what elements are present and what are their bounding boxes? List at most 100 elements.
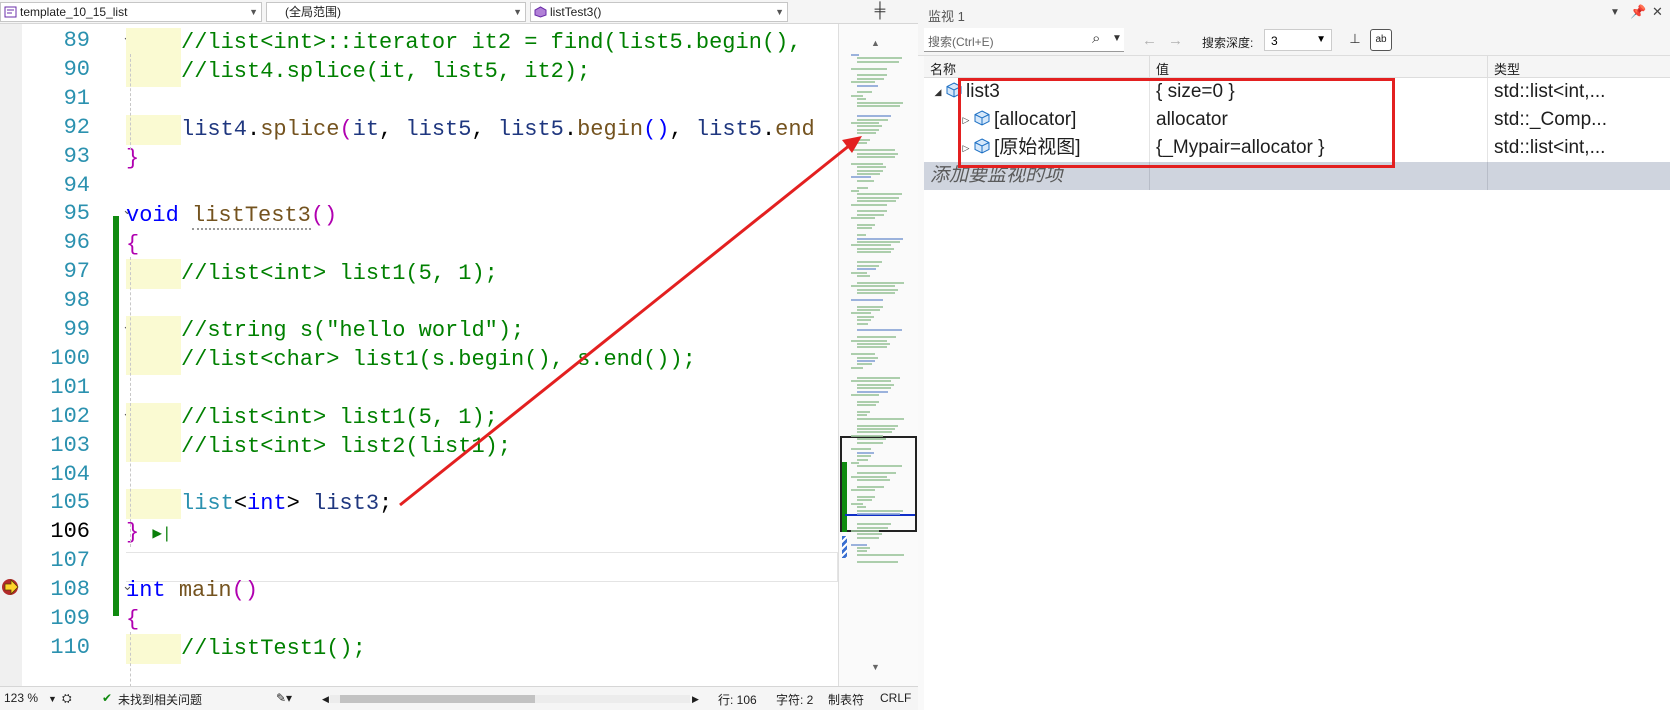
code-line-90: //list4.splice(it, list5, it2);: [126, 57, 590, 87]
pin-member-icon[interactable]: ⊥: [1346, 31, 1364, 49]
issues-status[interactable]: 未找到相关问题: [118, 691, 202, 708]
minimap-line: [857, 387, 891, 390]
indent-guide: [130, 54, 131, 150]
tabs-indicator[interactable]: 制表符: [828, 691, 864, 708]
minimap-line: [857, 132, 876, 135]
code-line-110: //listTest1();: [126, 634, 366, 664]
minimap-line: [857, 74, 887, 77]
minimap-line: [857, 98, 866, 101]
expand-toggle-icon[interactable]: ▷: [958, 106, 974, 134]
watch-cell-name: ▷ [allocator]: [924, 106, 1150, 134]
expand-toggle-icon[interactable]: ◢: [930, 78, 946, 106]
code-line-95: void listTest3(): [126, 203, 338, 230]
line-number: 93: [63, 143, 90, 169]
horizontal-scrollbar[interactable]: [330, 695, 690, 703]
cleanup-icon[interactable]: ✎▾: [276, 691, 292, 705]
line-indicator[interactable]: 行: 106: [718, 691, 757, 708]
minimap-line: [851, 203, 887, 206]
minimap-line: [857, 84, 878, 87]
watch-search-input[interactable]: 搜索(Ctrl+E) ⌕ ▼: [924, 28, 1124, 52]
add-watch-input[interactable]: 添加要监视的项: [924, 162, 1150, 190]
minimap-line: [857, 115, 891, 118]
minimap-line: [851, 366, 863, 369]
health-icon[interactable]: ⛭: [62, 691, 72, 706]
expand-toggle-icon[interactable]: ▷: [958, 134, 974, 162]
chevron-down-icon[interactable]: ▼: [48, 694, 57, 704]
file-dropdown[interactable]: template_10_15_list ▼: [0, 2, 262, 22]
scroll-right-icon[interactable]: ▶: [692, 694, 699, 705]
watch-row[interactable]: ◢ list3 { size=0 } std::list<int,...: [924, 78, 1670, 106]
minimap-line: [857, 322, 868, 325]
line-number: 108: [50, 577, 90, 603]
minimap-line: [851, 285, 895, 288]
column-header-type[interactable]: 类型: [1488, 56, 1670, 78]
minimap-line: [857, 506, 866, 509]
minimap-viewport[interactable]: [840, 436, 917, 532]
code-line-106: } ▶|: [126, 520, 172, 545]
member-dropdown[interactable]: listTest3() ▼: [530, 2, 788, 22]
minimap-line: [851, 81, 875, 84]
minimap-line: [851, 94, 863, 97]
scroll-thumb[interactable]: [340, 695, 535, 703]
split-window-button[interactable]: ╪: [842, 0, 918, 24]
chevron-down-icon[interactable]: ▼: [1112, 33, 1122, 44]
current-statement-arrow-icon: [2, 579, 19, 595]
char-indicator[interactable]: 字符: 2: [776, 691, 813, 708]
minimap-line: [851, 176, 871, 179]
watch-cell-value[interactable]: {_Mypair=allocator }: [1150, 134, 1488, 162]
hex-display-icon[interactable]: ab: [1370, 29, 1392, 51]
column-header-value[interactable]: 值: [1150, 56, 1488, 78]
arrow-left-icon[interactable]: ←: [1142, 32, 1157, 49]
minimap-line: [857, 553, 904, 556]
line-number: 102: [50, 403, 90, 429]
watch-title: 监视 1: [928, 9, 965, 24]
minimap-line: [857, 77, 884, 80]
watch-row[interactable]: ▷ [allocator] allocator std::_Comp...: [924, 106, 1670, 134]
watch-row[interactable]: ▷ [原始视图] {_Mypair=allocator } std::list<int…: [924, 134, 1670, 162]
column-header-name[interactable]: 名称: [924, 56, 1150, 78]
add-watch-type-cell: [1488, 162, 1670, 190]
code-text-area[interactable]: //list<int>::iterator it2 = find(list5.b…: [126, 24, 838, 686]
minimap-line: [857, 363, 872, 366]
minimap-line: [857, 424, 898, 427]
minimap-line: [857, 360, 875, 362]
search-icon[interactable]: ⌕: [1092, 30, 1100, 47]
minimap-line: [857, 128, 879, 131]
run-to-click-icon[interactable]: ▶|: [152, 525, 171, 543]
minimap-line: [857, 288, 898, 291]
chevron-down-icon[interactable]: ▼: [1610, 7, 1620, 18]
watch-cell-value[interactable]: { size=0 }: [1150, 78, 1488, 106]
minimap-line: [851, 162, 883, 165]
watch-cell-value[interactable]: allocator: [1150, 106, 1488, 134]
scroll-left-icon[interactable]: ◀: [322, 694, 329, 705]
scope-dropdown[interactable]: (全局范围) ▼: [266, 2, 526, 22]
line-number: 90: [63, 56, 90, 82]
minimap-line: [857, 400, 879, 403]
indicator-margin[interactable]: [0, 24, 22, 686]
code-line-96: {: [126, 232, 140, 257]
object-icon: [946, 79, 962, 98]
minimap-line: [857, 118, 888, 121]
split-icon: ╪: [874, 2, 886, 19]
minimap-line: [857, 455, 871, 458]
add-watch-row[interactable]: 添加要监视的项: [924, 162, 1670, 190]
watch-cell-name: ▷ [原始视图]: [924, 134, 1150, 162]
minimap-line: [851, 502, 863, 505]
code-minimap[interactable]: ▲ ▼: [838, 24, 918, 686]
minimap-line: [857, 200, 896, 203]
minimap-line: [857, 485, 884, 488]
code-line-105: list<int> list3;: [126, 489, 392, 519]
search-depth-dropdown[interactable]: 3 ▼: [1264, 29, 1332, 51]
pin-icon[interactable]: 📌: [1630, 4, 1646, 20]
minimap-line: [857, 213, 884, 216]
minimap-line: [857, 377, 900, 379]
watch-item-name: list3: [966, 81, 1000, 102]
close-icon[interactable]: ✕: [1652, 4, 1663, 20]
line-ending-indicator[interactable]: CRLF: [880, 691, 911, 705]
scroll-up-icon[interactable]: ▲: [871, 38, 880, 48]
watch-cell-type: std::list<int,...: [1494, 137, 1606, 158]
zoom-level[interactable]: 123 %: [4, 691, 38, 705]
minimap-line: [857, 193, 902, 196]
scroll-down-icon[interactable]: ▼: [871, 662, 880, 672]
arrow-right-icon[interactable]: →: [1168, 32, 1183, 49]
